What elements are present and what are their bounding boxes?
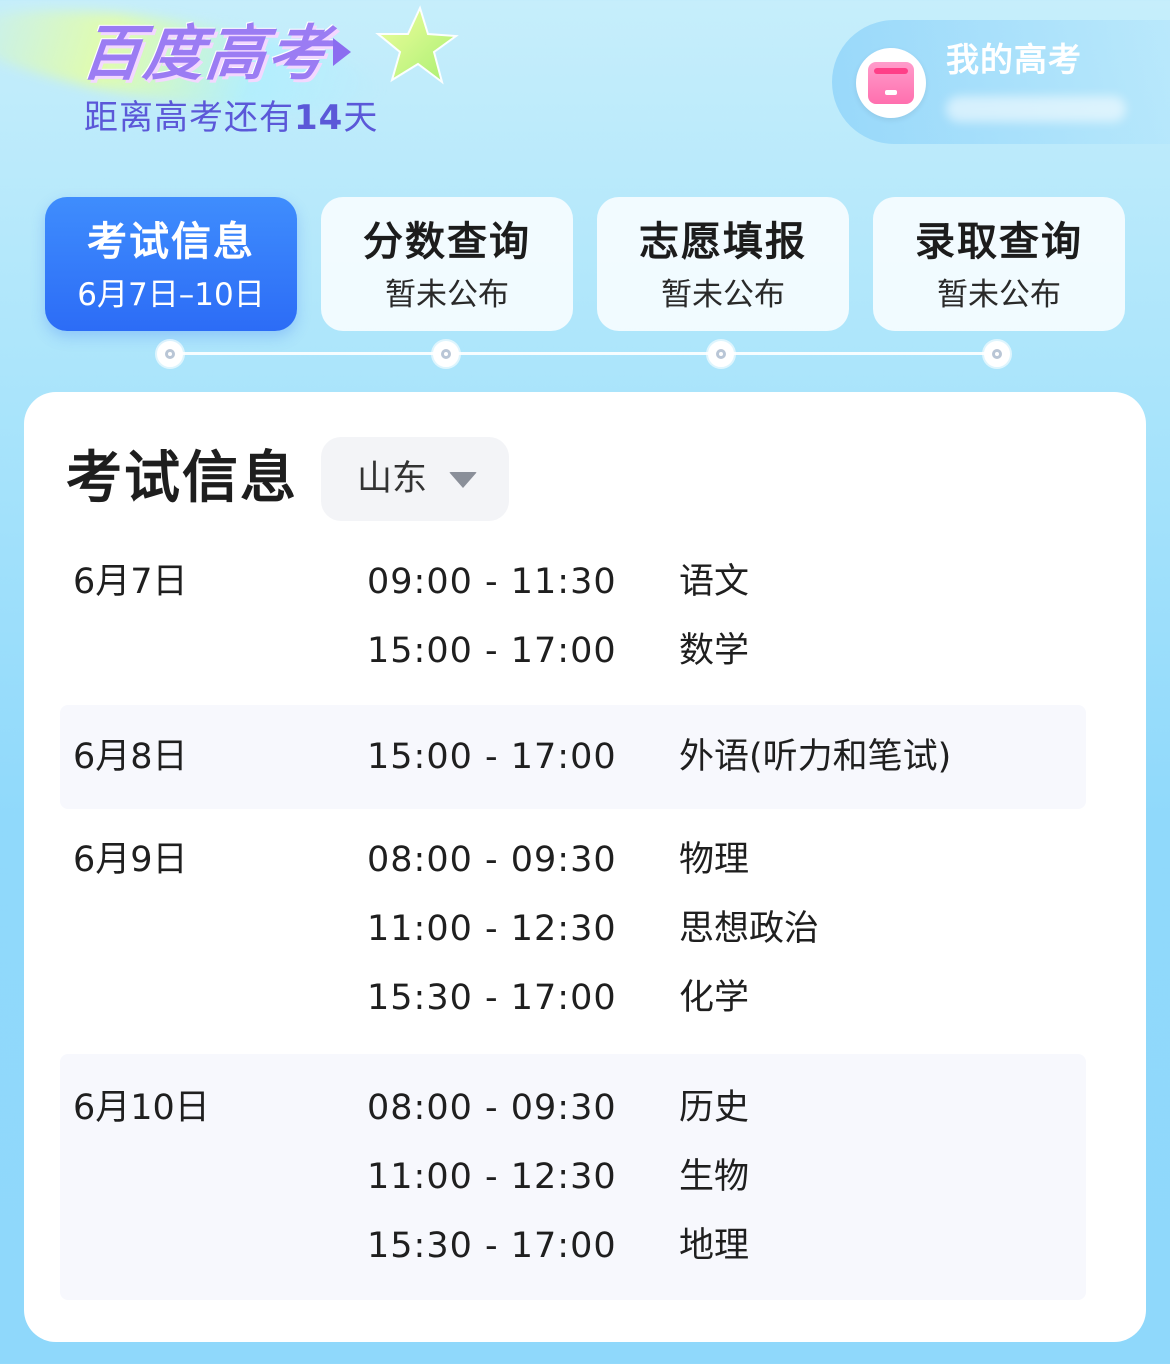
my-gaokao-button[interactable]: 我的高考 (832, 20, 1170, 144)
schedule-day: 6月10日 08:00 - 09:30 历史 11:00 - 12:30 生物 … (60, 1054, 1086, 1300)
schedule-day: 6月9日 08:00 - 09:30 物理 11:00 - 12:30 思想政治… (60, 812, 1086, 1052)
avatar (856, 48, 926, 118)
slot-subject: 生物 (679, 1157, 750, 1197)
slot-time: 08:00 - 09:30 (367, 1088, 617, 1128)
province-select[interactable]: 山东 (321, 437, 509, 521)
slot-subject: 物理 (679, 840, 750, 880)
schedule-day: 6月7日 09:00 - 11:30 语文 15:00 - 17:00 数学 (60, 542, 1086, 702)
province-value: 山东 (357, 459, 428, 499)
countdown-days: 14 (294, 98, 344, 138)
tab-subtitle: 暂未公布 (937, 277, 1061, 313)
slot-subject: 历史 (679, 1088, 750, 1128)
timeline-dot (984, 341, 1010, 367)
tab-admission-query[interactable]: 录取查询 暂未公布 (873, 197, 1125, 331)
my-gaokao-subtitle-blurred (946, 96, 1126, 122)
star-icon (375, 5, 459, 85)
countdown-suffix: 天 (343, 98, 379, 138)
exam-info-card: 考试信息 山东 6月7日 09:00 - 11:30 语文 15:00 - 17… (24, 392, 1146, 1342)
countdown-prefix: 距离高考还有 (84, 98, 294, 138)
slot-subject: 语文 (679, 562, 750, 602)
brand-arrow-icon (333, 38, 351, 66)
day-date: 6月7日 (73, 562, 188, 602)
day-date: 6月10日 (73, 1088, 210, 1128)
brand-logo: 百度高考 (78, 19, 334, 89)
folder-icon (868, 62, 914, 104)
schedule-day: 6月8日 15:00 - 17:00 外语(听力和笔试) (60, 705, 1086, 809)
countdown: 距离高考还有14天 (84, 96, 378, 140)
tab-exam-info[interactable]: 考试信息 6月7日–10日 (45, 197, 297, 331)
day-date: 6月9日 (73, 840, 188, 880)
tab-subtitle: 暂未公布 (385, 277, 509, 313)
tab-title: 分数查询 (363, 219, 531, 265)
tab-title: 考试信息 (87, 219, 255, 265)
tab-score-query[interactable]: 分数查询 暂未公布 (321, 197, 573, 331)
slot-time: 08:00 - 09:30 (367, 840, 617, 880)
slot-subject: 外语(听力和笔试) (679, 737, 952, 777)
slot-subject: 数学 (679, 631, 750, 671)
slot-time: 15:00 - 17:00 (367, 737, 617, 777)
slot-time: 11:00 - 12:30 (367, 909, 617, 949)
tab-application[interactable]: 志愿填报 暂未公布 (597, 197, 849, 331)
timeline-dot (157, 341, 183, 367)
tab-title: 志愿填报 (639, 219, 807, 265)
slot-time: 11:00 - 12:30 (367, 1157, 617, 1197)
timeline-dot (433, 341, 459, 367)
my-gaokao-label: 我的高考 (946, 40, 1082, 79)
slot-subject: 思想政治 (679, 909, 820, 949)
slot-time: 09:00 - 11:30 (367, 562, 617, 602)
day-date: 6月8日 (73, 737, 188, 777)
slot-subject: 地理 (679, 1226, 750, 1266)
slot-subject: 化学 (679, 978, 750, 1018)
tab-subtitle: 6月7日–10日 (77, 277, 265, 313)
tab-title: 录取查询 (915, 219, 1083, 265)
slot-time: 15:00 - 17:00 (367, 631, 617, 671)
timeline-line (170, 352, 998, 355)
slot-time: 15:30 - 17:00 (367, 978, 617, 1018)
slot-time: 15:30 - 17:00 (367, 1226, 617, 1266)
card-title: 考试信息 (66, 446, 298, 511)
caret-down-icon (449, 472, 477, 488)
timeline-dot (708, 341, 734, 367)
tab-subtitle: 暂未公布 (661, 277, 785, 313)
